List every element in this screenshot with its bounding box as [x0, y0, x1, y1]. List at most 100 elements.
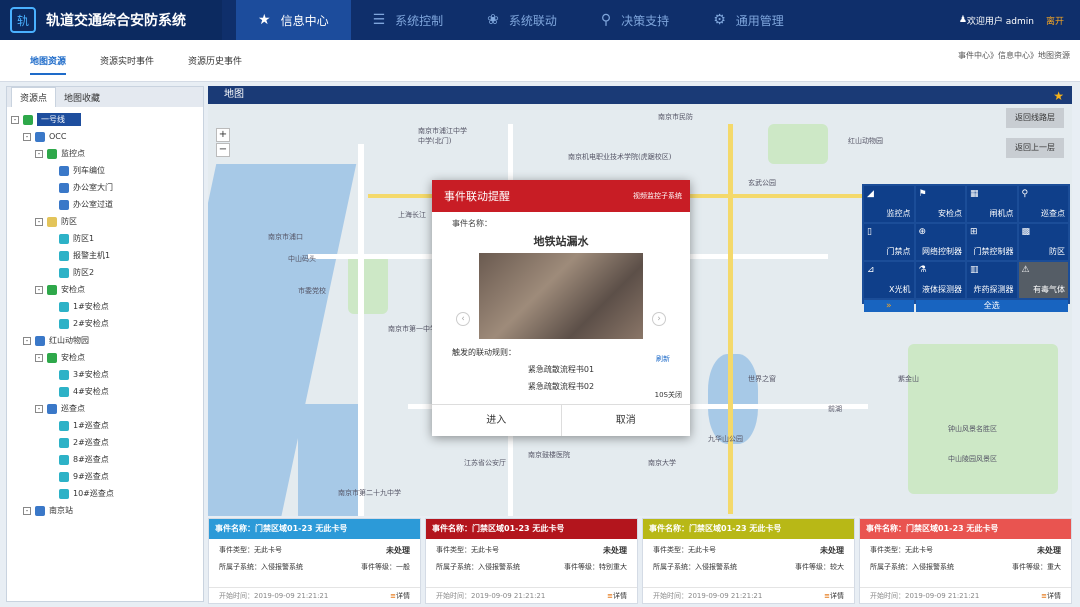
tool-1-button[interactable]: ◢ 监控点: [864, 186, 914, 222]
tree-node-icon: [47, 148, 57, 159]
event-photo: [479, 253, 643, 339]
tree-node[interactable]: 2#巡查点: [11, 434, 203, 451]
star-icon[interactable]: ★: [1053, 87, 1064, 105]
map-label: 中山码头: [288, 255, 316, 263]
tree-node[interactable]: - 防区: [11, 213, 203, 230]
tab-history-events[interactable]: 资源历史事件: [188, 54, 242, 75]
zoom-out-button[interactable]: −: [216, 143, 230, 157]
expand-toggle-icon[interactable]: -: [35, 149, 43, 158]
card-detail-button[interactable]: 详情: [390, 588, 410, 603]
tree-node[interactable]: 办公室过道: [11, 196, 203, 213]
rule-item[interactable]: 紧急疏散流程书01: [452, 364, 670, 375]
expand-toggle-icon[interactable]: -: [23, 506, 31, 515]
nav-general-management[interactable]: ⚙ 通用管理: [691, 0, 806, 40]
tool-11-button[interactable]: ▥ 炸药探测器: [967, 262, 1017, 298]
tree-node[interactable]: 8#巡查点: [11, 451, 203, 468]
tree-node[interactable]: 9#巡查点: [11, 468, 203, 485]
next-arrow-icon[interactable]: ›: [652, 312, 666, 326]
tab-resource-points[interactable]: 资源点: [11, 87, 57, 107]
prev-arrow-icon[interactable]: ‹: [456, 312, 470, 326]
tab-map-resources[interactable]: 地图资源: [30, 54, 67, 75]
tree-node[interactable]: - 红山动物园: [11, 332, 203, 349]
tree-node-label: 3#安检点: [73, 370, 109, 379]
tool-3-button[interactable]: ▦ 闸机点: [967, 186, 1017, 222]
tool-7-button[interactable]: ⊞ 门禁控制器: [967, 224, 1017, 260]
tree-node-icon: [59, 165, 69, 176]
card-detail-button[interactable]: 详情: [607, 588, 627, 603]
video-subsystem-link[interactable]: 视频监控子系统: [633, 191, 682, 201]
expand-toggle-icon[interactable]: -: [35, 217, 43, 226]
tool-12-button[interactable]: ⚠ 有毒气体: [1018, 262, 1068, 298]
tree-node[interactable]: 3#安检点: [11, 366, 203, 383]
card-type: 事件类型：无此卡号: [436, 546, 499, 554]
enter-button[interactable]: 进入: [432, 405, 562, 436]
tree-node[interactable]: 1#安检点: [11, 298, 203, 315]
return-up-layer-button[interactable]: 返回上一层: [1006, 138, 1064, 158]
tool-10-button[interactable]: ⚗ 液体探测器: [915, 262, 965, 298]
card-row: 所属子系统：入侵报警系统 事件等级：特别重大: [426, 562, 637, 572]
expand-toggle-icon[interactable]: -: [35, 353, 43, 362]
rule-item[interactable]: 紧急疏散流程书02: [452, 381, 670, 392]
nav-info-center[interactable]: ★ 信息中心: [236, 0, 351, 40]
event-card[interactable]: 事件名称：门禁区域01-23 无此卡号 事件类型：无此卡号 未处理 所属子系统：入侵报…: [859, 518, 1072, 604]
tree-node[interactable]: - 监控点: [11, 145, 203, 162]
tree-node[interactable]: - OCC: [11, 128, 203, 145]
tool-icon: ⊕: [918, 227, 927, 237]
tree-node[interactable]: - 一号线: [11, 111, 203, 128]
expand-toggle-icon[interactable]: -: [35, 404, 43, 413]
expand-more-button[interactable]: »: [864, 300, 914, 312]
tree-node[interactable]: 2#安检点: [11, 315, 203, 332]
event-card[interactable]: 事件名称：门禁区域01-23 无此卡号 事件类型：无此卡号 未处理 所属子系统：入侵报…: [642, 518, 855, 604]
tree-node[interactable]: 4#安检点: [11, 383, 203, 400]
tool-9-button[interactable]: ⊿ X光机: [864, 262, 914, 298]
exit-button[interactable]: 离开: [1046, 14, 1064, 27]
refresh-link[interactable]: 刷新: [656, 354, 670, 364]
tree-node-label: 10#巡查点: [73, 489, 114, 498]
tool-2-button[interactable]: ⚑ 安检点: [915, 186, 965, 222]
nav-decision-support[interactable]: ⚲ 决策支持: [579, 0, 691, 40]
tree-node[interactable]: - 安检点: [11, 281, 203, 298]
expand-toggle-icon[interactable]: -: [35, 285, 43, 294]
tree-node-label: 4#安检点: [73, 387, 109, 396]
card-detail-button[interactable]: 详情: [824, 588, 844, 603]
event-card[interactable]: 事件名称：门禁区域01-23 无此卡号 事件类型：无此卡号 未处理 所属子系统：入侵报…: [208, 518, 421, 604]
tree-node[interactable]: 防区1: [11, 230, 203, 247]
tool-label: 闸机点: [989, 209, 1014, 218]
tree-node-label: 监控点: [61, 149, 85, 158]
return-line-layer-button[interactable]: 返回线路层: [1006, 108, 1064, 128]
tree-node[interactable]: 10#巡查点: [11, 485, 203, 502]
select-all-button[interactable]: 全选: [915, 300, 1068, 312]
cancel-button[interactable]: 取消: [562, 405, 691, 436]
tree-node[interactable]: 报警主机1: [11, 247, 203, 264]
tool-icon: ▯: [867, 227, 872, 237]
tree-node[interactable]: 防区2: [11, 264, 203, 281]
zoom-in-button[interactable]: +: [216, 128, 230, 142]
expand-toggle-icon[interactable]: -: [11, 115, 19, 124]
star-shield-icon: ★: [258, 12, 271, 28]
tree-node[interactable]: 列车编位: [11, 162, 203, 179]
tree-node[interactable]: - 安检点: [11, 349, 203, 366]
map-label: 南京市第二十九中学: [338, 489, 401, 497]
tab-realtime-events[interactable]: 资源实时事件: [100, 54, 154, 75]
tool-icon: ▦: [970, 189, 979, 199]
tab-map-favorites[interactable]: 地图收藏: [56, 88, 108, 107]
expand-toggle-icon[interactable]: -: [23, 336, 31, 345]
event-card[interactable]: 事件名称：门禁区域01-23 无此卡号 事件类型：无此卡号 未处理 所属子系统：入侵报…: [425, 518, 638, 604]
tree-node[interactable]: 1#巡查点: [11, 417, 203, 434]
nav-system-linkage[interactable]: ❀ 系统联动: [465, 0, 579, 40]
tree-node[interactable]: - 南京站: [11, 502, 203, 519]
tree-node-label: 红山动物园: [49, 336, 89, 345]
gear-icon: ⚙: [713, 12, 726, 28]
tool-8-button[interactable]: ▩ 防区: [1018, 224, 1068, 260]
tree-node[interactable]: 办公室大门: [11, 179, 203, 196]
user-area: ♟ 欢迎用户 admin 离开: [959, 14, 1080, 27]
expand-toggle-icon[interactable]: -: [23, 132, 31, 141]
tool-4-button[interactable]: ⚲ 巡查点: [1018, 186, 1068, 222]
nav-label: 信息中心: [280, 13, 329, 28]
tree-node[interactable]: - 巡查点: [11, 400, 203, 417]
tool-6-button[interactable]: ⊕ 网络控制器: [915, 224, 965, 260]
card-detail-button[interactable]: 详情: [1041, 588, 1061, 603]
tree-node-label: OCC: [49, 132, 67, 141]
nav-system-control[interactable]: ☰ 系统控制: [351, 0, 466, 40]
tool-5-button[interactable]: ▯ 门禁点: [864, 224, 914, 260]
